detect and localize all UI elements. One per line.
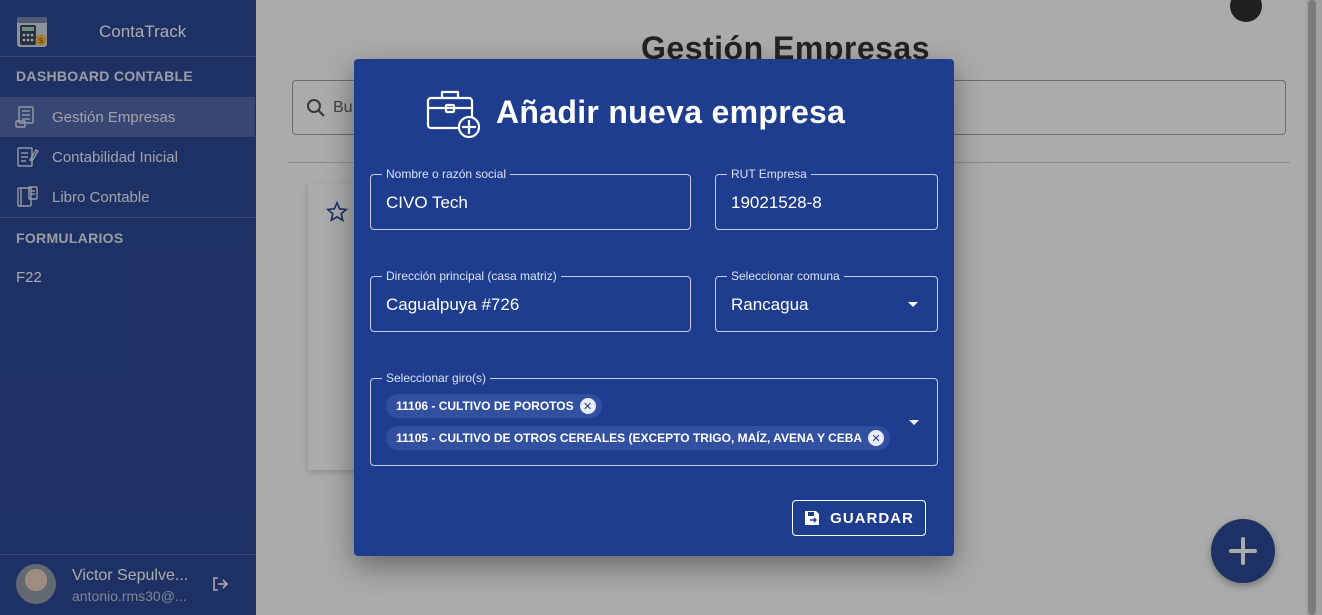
rut-value: 19021528-8 — [731, 193, 822, 212]
rut-label: RUT Empresa — [727, 167, 811, 181]
giro-chip: 11105 - CULTIVO DE OTROS CEREALES (EXCEP… — [386, 426, 891, 450]
close-icon[interactable]: ✕ — [579, 398, 596, 414]
giro-chip-label: 11105 - CULTIVO DE OTROS CEREALES (EXCEP… — [396, 431, 863, 445]
rut-field[interactable]: RUT Empresa 19021528-8 — [715, 167, 938, 230]
chevron-down-icon[interactable] — [908, 302, 918, 307]
close-icon[interactable]: ✕ — [868, 430, 885, 446]
comuna-value: Rancagua — [731, 295, 809, 314]
comuna-label: Seleccionar comuna — [727, 269, 844, 283]
save-icon — [805, 511, 820, 525]
giro-chip: 11106 - CULTIVO DE POROTOS ✕ — [386, 394, 602, 418]
save-button[interactable]: GUARDAR — [792, 500, 926, 536]
company-name-value: CIVO Tech — [386, 193, 468, 212]
add-company-dialog: Añadir nueva empresa Nombre o razón soci… — [354, 59, 954, 556]
giro-chip-label: 11106 - CULTIVO DE POROTOS — [396, 399, 574, 413]
save-label: GUARDAR — [830, 509, 914, 527]
briefcase-add-icon — [426, 90, 481, 139]
address-label: Dirección principal (casa matriz) — [382, 269, 561, 283]
giros-label: Seleccionar giro(s) — [382, 371, 491, 385]
address-field[interactable]: Dirección principal (casa matriz) Cagual… — [370, 269, 691, 332]
address-value: Cagualpuya #726 — [386, 295, 520, 314]
comuna-select[interactable]: Seleccionar comuna Rancagua — [715, 269, 938, 332]
dialog-title: Añadir nueva empresa — [496, 94, 846, 130]
company-name-field[interactable]: Nombre o razón social CIVO Tech — [370, 167, 691, 230]
company-name-label: Nombre o razón social — [382, 167, 511, 181]
giros-select[interactable]: Seleccionar giro(s) 11106 - CULTIVO DE P… — [370, 371, 938, 466]
chevron-down-icon[interactable] — [909, 420, 919, 425]
